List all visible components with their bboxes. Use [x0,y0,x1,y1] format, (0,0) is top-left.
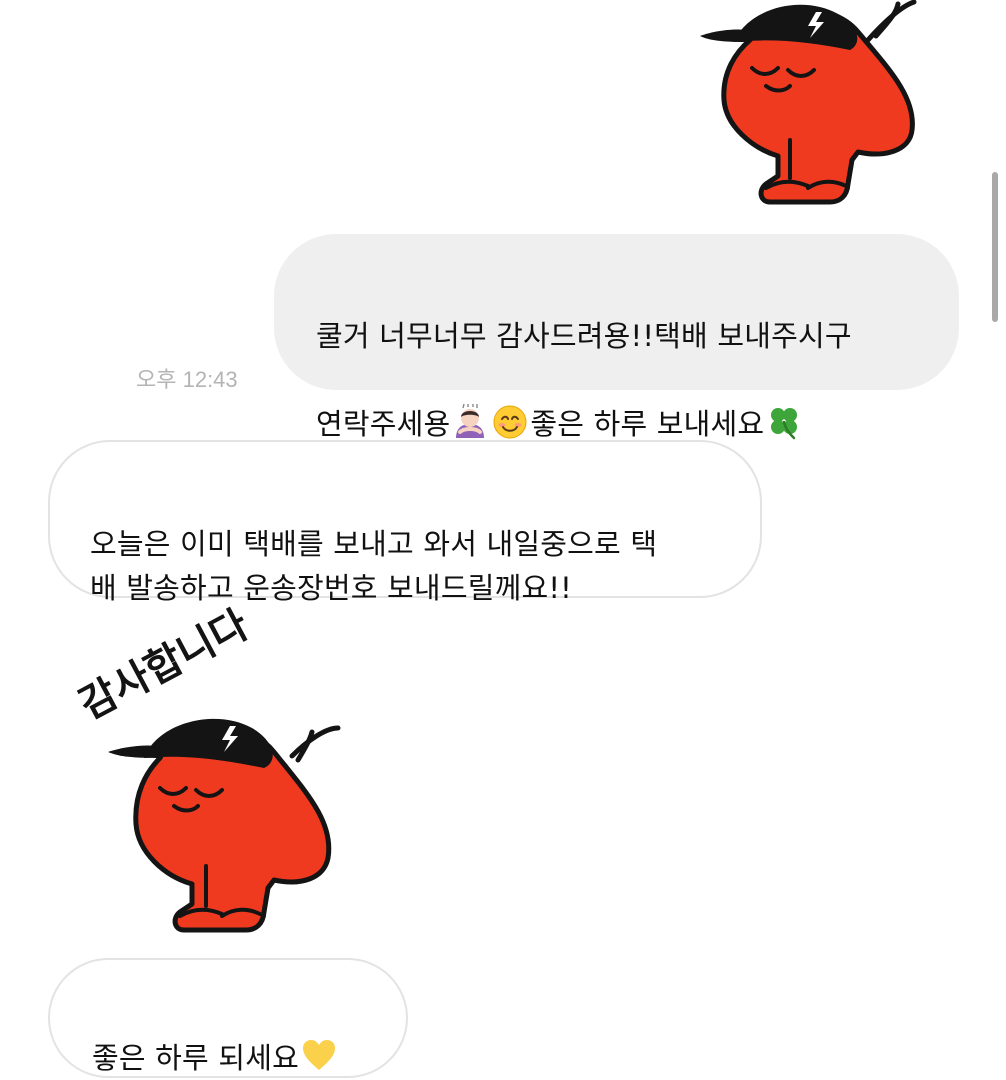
message-text: 좋은 하루 되세요 [92,1041,299,1075]
svg-text:감사합니다: 감사합니다 [72,601,256,728]
message-text-segment: 연락주세용 [316,407,451,441]
incoming-message-bubble[interactable]: 좋은 하루 되세요 [48,958,408,1078]
message-text-segment: 좋은 하루 보내세요 [530,407,765,441]
yellow-heart-emoji-icon [303,1040,335,1070]
message-text-line: 쿨거 너무너무 감사드려용!!택배 보내주시구 [316,319,852,353]
incoming-sticker[interactable]: 감사합니다 [72,601,352,940]
message-timestamp: 오후 12:43 [136,367,238,392]
outgoing-message-bubble[interactable]: 쿨거 너무너무 감사드려용!!택배 보내주시구 연락주세용 좋은 하루 보내세요 [274,234,959,441]
sticker-caption: 감사합니다 [72,601,256,728]
bowing-blob-sticker-icon [700,0,917,205]
outgoing-sticker[interactable] [690,0,930,210]
chat-thread: 쿨거 너무너무 감사드려용!!택배 보내주시구 연락주세용 좋은 하루 보내세요 [0,0,1006,1078]
four-leaf-clover-emoji-icon [771,408,798,440]
bowing-blob-sticker-icon: 감사합니다 [72,601,341,933]
person-bowing-emoji-icon [456,404,485,438]
message-text: 오늘은 이미 택배를 보내고 와서 내일중으로 택 배 발송하고 운송장번호 보… [90,527,658,605]
scrollbar[interactable] [992,172,998,322]
smiling-face-emoji-icon [493,405,527,439]
incoming-message-bubble[interactable]: 오늘은 이미 택배를 보내고 와서 내일중으로 택 배 발송하고 운송장번호 보… [48,440,762,605]
